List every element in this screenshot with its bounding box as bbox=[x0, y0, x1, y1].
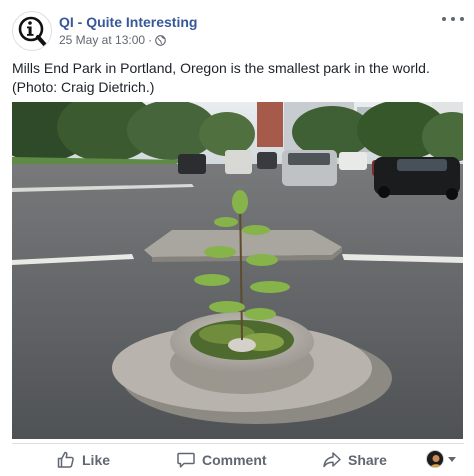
page-avatar[interactable] bbox=[12, 11, 52, 51]
comment-button[interactable]: Comment bbox=[176, 445, 267, 475]
chevron-down-icon bbox=[448, 456, 456, 462]
post-text-line-2: (Photo: Craig Dietrich.) bbox=[12, 79, 155, 95]
qi-logo-icon bbox=[18, 16, 48, 48]
share-button[interactable]: Share bbox=[322, 445, 387, 475]
like-button[interactable]: Like bbox=[56, 445, 110, 475]
thumbs-up-icon bbox=[57, 451, 74, 468]
post-header: QI - Quite Interesting 25 May at 13:00 · bbox=[12, 11, 464, 51]
like-label: Like bbox=[82, 452, 111, 468]
post-as-selector[interactable] bbox=[426, 450, 456, 468]
post-meta: 25 May at 13:00 · bbox=[59, 33, 166, 47]
meta-separator: · bbox=[148, 33, 153, 47]
post-text-line-1: Mills End Park in Portland, Oregon is th… bbox=[12, 60, 430, 76]
post-timestamp[interactable]: 25 May at 13:00 bbox=[59, 33, 145, 47]
comment-label: Comment bbox=[202, 452, 267, 468]
avatar bbox=[426, 450, 444, 468]
post-message: Mills End Park in Portland, Oregon is th… bbox=[12, 59, 464, 97]
facebook-post: QI - Quite Interesting 25 May at 13:00 ·… bbox=[0, 0, 474, 476]
globe-icon[interactable] bbox=[155, 34, 166, 46]
post-photo[interactable] bbox=[12, 102, 463, 439]
more-options-icon[interactable] bbox=[442, 11, 464, 27]
post-actions-bar: Like Comment Share bbox=[12, 443, 464, 476]
share-arrow-icon bbox=[323, 452, 341, 468]
page-name-link[interactable]: QI - Quite Interesting bbox=[59, 14, 197, 30]
share-label: Share bbox=[348, 452, 387, 468]
speech-bubble-icon bbox=[177, 452, 195, 468]
